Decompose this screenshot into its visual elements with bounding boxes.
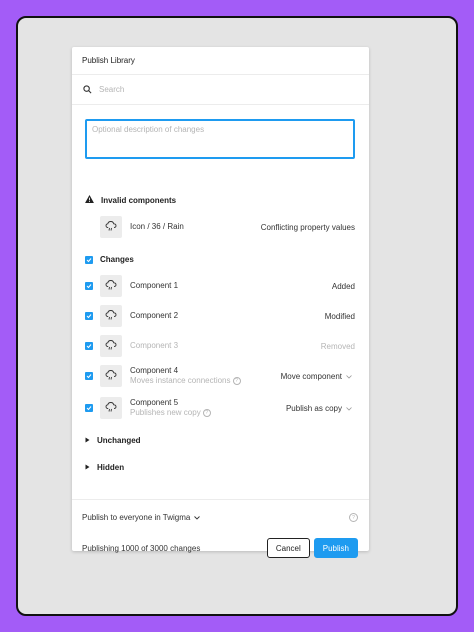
- component-info: Component 4 Moves instance connections ?: [130, 366, 241, 386]
- publish-scope-dropdown[interactable]: Publish to everyone in Twigma: [82, 513, 201, 522]
- component-subtitle: Publishes new copy ?: [130, 408, 211, 418]
- dialog-title: Publish Library: [82, 56, 135, 65]
- component-name: Component 2: [130, 311, 179, 320]
- cloud-rain-icon: [105, 279, 117, 293]
- publish-library-dialog: Publish Library Invalid components Icon …: [72, 47, 369, 558]
- cloud-rain-icon: [105, 369, 117, 383]
- move-component-dropdown[interactable]: Move component: [278, 372, 355, 381]
- component-subtitle-text: Publishes new copy: [130, 408, 201, 417]
- component-name: Component 4: [130, 366, 179, 375]
- search-input[interactable]: [99, 85, 299, 94]
- help-icon[interactable]: ?: [349, 513, 358, 522]
- component-2-checkbox[interactable]: [85, 312, 93, 320]
- publish-as-copy-dropdown[interactable]: Publish as copy: [283, 404, 355, 413]
- component-name: Component 1: [130, 281, 179, 290]
- component-thumbnail: [100, 216, 122, 238]
- component-thumbnail: [100, 335, 122, 357]
- publish-button[interactable]: Publish: [313, 538, 358, 558]
- publish-scope-value: Publish to everyone in Twigma: [82, 513, 191, 522]
- help-icon[interactable]: ?: [232, 377, 241, 385]
- cancel-button[interactable]: Cancel: [266, 538, 310, 558]
- chevron-down-icon: [194, 513, 201, 522]
- component-thumbnail: [100, 275, 122, 297]
- change-row-component-5[interactable]: Component 5 Publishes new copy ? Publish…: [85, 397, 355, 419]
- chevron-down-icon: [346, 404, 352, 413]
- change-row-component-3[interactable]: Component 3 Removed: [85, 335, 355, 357]
- warning-icon: [85, 195, 94, 205]
- hidden-heading: Hidden: [97, 463, 125, 472]
- invalid-components-heading: Invalid components: [101, 195, 177, 205]
- search-icon: [83, 81, 92, 99]
- component-thumbnail: [100, 365, 122, 387]
- dialog-header: Publish Library: [72, 47, 369, 75]
- publish-scope-row: Publish to everyone in Twigma ?: [82, 513, 358, 522]
- chevron-down-icon: [346, 372, 352, 381]
- description-field[interactable]: [85, 119, 355, 159]
- help-icon[interactable]: ?: [202, 409, 211, 417]
- component-name: Component 5: [130, 398, 179, 407]
- change-row-component-4[interactable]: Component 4 Moves instance connections ?…: [85, 365, 355, 387]
- component-1-checkbox[interactable]: [85, 282, 93, 290]
- component-subtitle-text: Moves instance connections: [130, 376, 231, 385]
- component-name: Component 3: [130, 341, 179, 350]
- unchanged-section-toggle[interactable]: Unchanged: [85, 436, 141, 445]
- change-status: Modified: [324, 311, 355, 321]
- change-row-component-1[interactable]: Component 1 Added: [85, 275, 355, 297]
- component-thumbnail: [100, 305, 122, 327]
- caret-right-icon: [85, 436, 90, 445]
- cloud-rain-icon: [105, 220, 117, 234]
- dropdown-value: Publish as copy: [285, 403, 342, 413]
- component-3-checkbox[interactable]: [85, 342, 93, 350]
- unchanged-heading: Unchanged: [97, 436, 141, 445]
- dropdown-value: Move component: [280, 371, 342, 381]
- action-row: Publishing 1000 of 3000 changes Cancel P…: [82, 538, 358, 558]
- caret-right-icon: [85, 463, 90, 472]
- hidden-section-toggle[interactable]: Hidden: [85, 463, 124, 472]
- component-4-checkbox[interactable]: [85, 372, 93, 380]
- changes-checkbox[interactable]: [85, 255, 93, 264]
- component-5-checkbox[interactable]: [85, 404, 93, 412]
- invalid-components-section: Invalid components: [85, 195, 176, 205]
- search-bar: [72, 75, 369, 105]
- component-info: Component 5 Publishes new copy ?: [130, 398, 211, 418]
- cloud-rain-icon: [105, 401, 117, 415]
- cloud-rain-icon: [105, 309, 117, 323]
- component-subtitle: Moves instance connections ?: [130, 376, 241, 386]
- changes-section[interactable]: Changes: [85, 255, 134, 264]
- footer-divider: [72, 499, 369, 500]
- invalid-component-status: Conflicting property values: [260, 222, 355, 232]
- component-thumbnail: [100, 397, 122, 419]
- change-status: Added: [331, 281, 355, 291]
- changes-heading: Changes: [100, 255, 134, 264]
- invalid-component-name: Icon / 36 / Rain: [130, 222, 184, 231]
- change-row-component-2[interactable]: Component 2 Modified: [85, 305, 355, 327]
- change-status: Removed: [320, 341, 355, 351]
- invalid-component-row: Icon / 36 / Rain Conflicting property va…: [100, 216, 355, 238]
- publish-progress-text: Publishing 1000 of 3000 changes: [82, 543, 201, 553]
- cloud-rain-icon: [105, 339, 117, 353]
